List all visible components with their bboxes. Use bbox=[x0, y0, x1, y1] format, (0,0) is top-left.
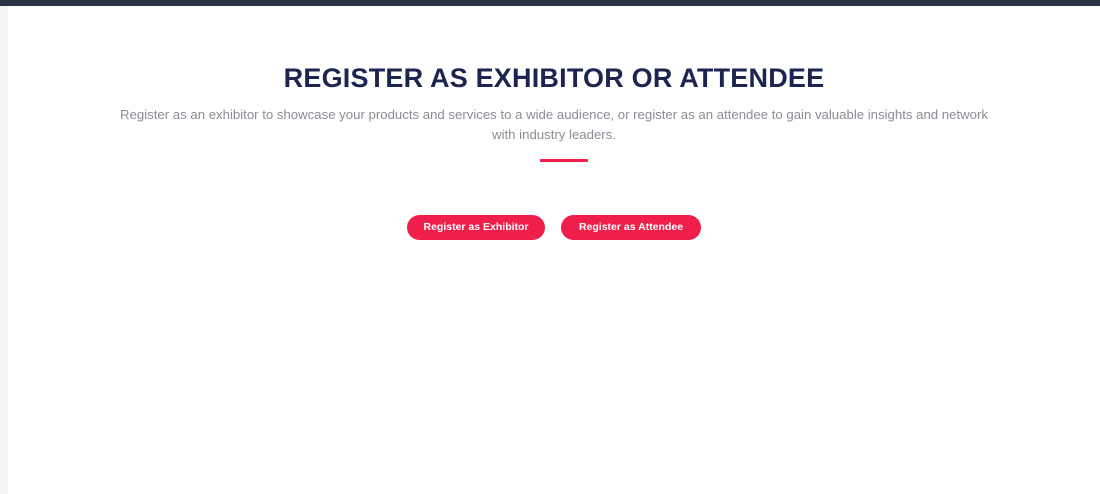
page-title: REGISTER AS EXHIBITOR OR ATTENDEE bbox=[283, 63, 825, 93]
section-description: Register as an exhibitor to showcase you… bbox=[120, 107, 988, 142]
registration-buttons: Register as Exhibitor Register as Attend… bbox=[8, 215, 1100, 240]
accent-divider bbox=[540, 159, 588, 162]
register-attendee-button[interactable]: Register as Attendee bbox=[561, 215, 701, 240]
registration-section: REGISTER AS EXHIBITOR OR ATTENDEE Regist… bbox=[8, 6, 1100, 494]
register-exhibitor-button[interactable]: Register as Exhibitor bbox=[407, 215, 545, 240]
